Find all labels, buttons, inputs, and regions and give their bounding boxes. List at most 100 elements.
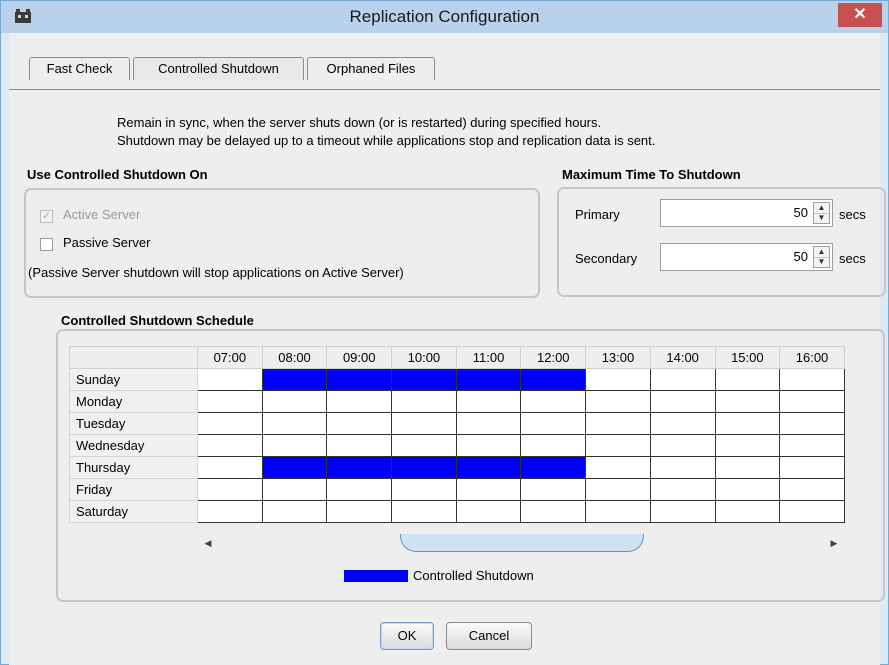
scroll-left-icon[interactable]: ◀ [202, 537, 214, 549]
schedule-cell[interactable] [714, 456, 781, 479]
schedule-cell[interactable] [585, 434, 651, 457]
schedule-cell[interactable] [391, 390, 457, 413]
schedule-cell-active[interactable] [520, 456, 587, 479]
schedule-cell-active[interactable] [261, 368, 328, 391]
schedule-cell[interactable] [197, 500, 263, 523]
schedule-cell[interactable] [455, 500, 522, 523]
schedule-cell[interactable] [326, 390, 393, 413]
schedule-cell[interactable] [520, 390, 587, 413]
schedule-cell[interactable] [455, 434, 522, 457]
spinner-down-icon[interactable]: ▼ [814, 257, 829, 267]
schedule-cell[interactable] [455, 478, 522, 501]
schedule-cell[interactable] [779, 456, 845, 479]
schedule-cell-active[interactable] [261, 456, 328, 479]
schedule-cell[interactable] [714, 434, 781, 457]
schedule-cell[interactable] [714, 368, 781, 391]
schedule-cell[interactable] [391, 434, 457, 457]
schedule-cell-active[interactable] [455, 456, 522, 479]
schedule-cell[interactable] [714, 478, 781, 501]
schedule-cell[interactable] [779, 500, 845, 523]
secondary-spinner-buttons[interactable]: ▲ ▼ [813, 246, 830, 268]
horizontal-scrollbar[interactable]: ◀ ▶ [198, 534, 844, 554]
schedule-cell[interactable] [520, 434, 587, 457]
schedule-cell-active[interactable] [520, 368, 587, 391]
close-button[interactable]: ✕ [838, 3, 882, 27]
schedule-cell[interactable] [326, 500, 393, 523]
schedule-cell[interactable] [649, 456, 716, 479]
schedule-cell[interactable] [326, 412, 393, 435]
schedule-cell[interactable] [714, 412, 781, 435]
schedule-cell-active[interactable] [455, 368, 522, 391]
schedule-header-row: 07:00 08:00 09:00 10:00 11:00 12:00 13:00 14:00… [69, 346, 845, 369]
schedule-cell[interactable] [197, 434, 263, 457]
schedule-cell[interactable] [455, 390, 522, 413]
schedule-cell-active[interactable] [326, 456, 393, 479]
schedule-cell[interactable] [649, 500, 716, 523]
schedule-cell[interactable] [649, 434, 716, 457]
schedule-cell[interactable] [779, 434, 845, 457]
schedule-cell[interactable] [326, 434, 393, 457]
schedule-cell[interactable] [391, 412, 457, 435]
day-label: Tuesday [69, 412, 198, 435]
schedule-cell[interactable] [520, 412, 587, 435]
spinner-down-icon[interactable]: ▼ [814, 213, 829, 223]
scroll-right-icon[interactable]: ▶ [828, 537, 840, 549]
schedule-cell[interactable] [649, 412, 716, 435]
schedule-cell[interactable] [714, 500, 781, 523]
schedule-cell[interactable] [391, 500, 457, 523]
corner-cell [69, 346, 198, 369]
schedule-cell-active[interactable] [391, 368, 457, 391]
schedule-cell[interactable] [520, 478, 587, 501]
schedule-cell[interactable] [779, 478, 845, 501]
schedule-cell[interactable] [714, 390, 781, 413]
schedule-cell[interactable] [261, 478, 328, 501]
tab-controlled-shutdown[interactable]: Controlled Shutdown [133, 57, 304, 80]
schedule-cell[interactable] [649, 390, 716, 413]
tab-fast-check[interactable]: Fast Check [29, 57, 130, 80]
schedule-cell[interactable] [585, 500, 651, 523]
secondary-spinner[interactable]: 50 ▲ ▼ [660, 243, 833, 271]
active-server-checkbox[interactable]: ✓ [40, 210, 53, 223]
schedule-cell[interactable] [197, 456, 263, 479]
schedule-cell[interactable] [197, 478, 263, 501]
primary-spinner[interactable]: 50 ▲ ▼ [660, 199, 833, 227]
schedule-cell[interactable] [585, 478, 651, 501]
schedule-cell[interactable] [779, 412, 845, 435]
hour-header: 11:00 [455, 346, 522, 369]
schedule-cell[interactable] [585, 390, 651, 413]
schedule-cell[interactable] [649, 478, 716, 501]
schedule-cell[interactable] [649, 368, 716, 391]
schedule-cell[interactable] [779, 390, 845, 413]
schedule-row: Thursday [69, 456, 845, 479]
ok-button[interactable]: OK [380, 622, 434, 650]
max-time-title: Maximum Time To Shutdown [562, 167, 741, 182]
schedule-cell[interactable] [197, 390, 263, 413]
schedule-cell[interactable] [197, 412, 263, 435]
schedule-cell[interactable] [261, 390, 328, 413]
day-label: Sunday [69, 368, 198, 391]
schedule-cell[interactable] [585, 412, 651, 435]
schedule-cell[interactable] [197, 368, 263, 391]
schedule-row: Wednesday [69, 434, 845, 457]
primary-spinner-buttons[interactable]: ▲ ▼ [813, 202, 830, 224]
schedule-cell[interactable] [261, 500, 328, 523]
schedule-cell[interactable] [261, 412, 328, 435]
schedule-cell[interactable] [585, 368, 651, 391]
schedule-cell-active[interactable] [326, 368, 393, 391]
passive-server-checkbox[interactable] [40, 238, 53, 251]
scroll-thumb[interactable] [400, 534, 644, 552]
legend-label: Controlled Shutdown [413, 568, 534, 583]
schedule-cell[interactable] [455, 412, 522, 435]
schedule-cell[interactable] [326, 478, 393, 501]
schedule-cell[interactable] [261, 434, 328, 457]
title-bar[interactable]: Replication Configuration ✕ [1, 1, 888, 33]
schedule-cell[interactable] [585, 456, 651, 479]
hour-header: 16:00 [779, 346, 845, 369]
schedule-cell[interactable] [779, 368, 845, 391]
tab-orphaned-files[interactable]: Orphaned Files [307, 57, 435, 80]
cancel-button[interactable]: Cancel [446, 622, 532, 650]
schedule-cell[interactable] [520, 500, 587, 523]
dialog-content: Fast Check Controlled Shutdown Orphaned … [9, 33, 886, 665]
schedule-cell[interactable] [391, 478, 457, 501]
schedule-cell-active[interactable] [391, 456, 457, 479]
